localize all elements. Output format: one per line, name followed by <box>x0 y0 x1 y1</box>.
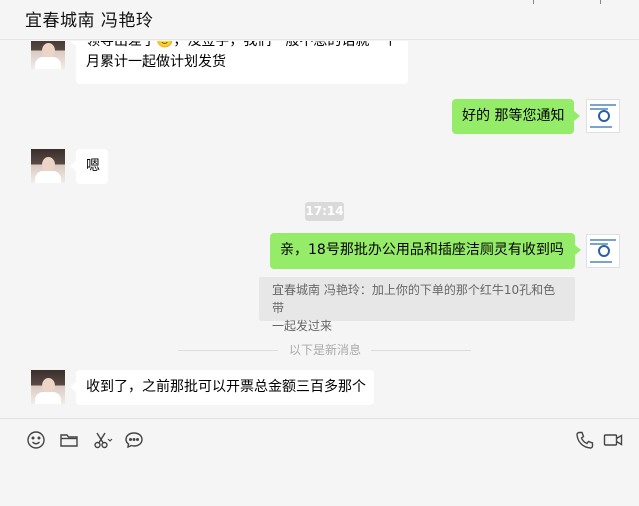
incoming-message[interactable]: 收到了，之前那批可以开票总金额三百多那个 <box>70 370 374 405</box>
video-icon[interactable] <box>602 429 624 451</box>
message-list[interactable]: 领导出差了🙂，没签字，我们一般不急的话就一个 月累计一起做计划发货 好的 那等您… <box>0 41 639 418</box>
window-control-mark <box>533 0 534 4</box>
contact-avatar[interactable] <box>31 41 65 69</box>
my-avatar[interactable] <box>586 99 620 133</box>
contact-avatar[interactable] <box>31 370 65 404</box>
chat-title: 宜春城南 冯艳玲 <box>25 11 154 31</box>
my-avatar[interactable] <box>586 234 620 268</box>
message-line: 领导出差了🙂，没签字，我们一般不急的话就一个 <box>86 41 398 49</box>
input-toolbar <box>0 418 639 506</box>
quote-line: 一起发过来 <box>272 319 333 333</box>
timestamp: 17:14 <box>305 202 344 221</box>
message-line: 月累计一起做计划发货 <box>86 54 226 70</box>
chat-bubble-icon[interactable] <box>123 429 145 451</box>
quote-line: 宜春城南 冯艳玲：加上你的下单的那个红牛10孔和色带 <box>272 283 556 315</box>
outgoing-message[interactable]: 好的 那等您通知 <box>452 99 580 134</box>
incoming-message[interactable]: 领导出差了🙂，没签字，我们一般不急的话就一个 月累计一起做计划发货 <box>70 41 408 84</box>
new-messages-divider: 以下是新消息 <box>289 343 362 357</box>
scissors-icon[interactable] <box>91 429 113 451</box>
outgoing-message[interactable]: 亲，18号那批办公用品和插座洁厕灵有收到吗 <box>270 233 581 269</box>
divider-line <box>371 350 471 351</box>
quoted-message[interactable]: 宜春城南 冯艳玲：加上你的下单的那个红牛10孔和色带 一起发过来 <box>259 277 575 333</box>
folder-icon[interactable] <box>58 429 80 451</box>
incoming-message[interactable]: 嗯 <box>70 149 108 184</box>
phone-icon[interactable] <box>574 429 596 451</box>
emoji-icon[interactable] <box>25 429 47 451</box>
window-control-mark <box>600 0 601 4</box>
title-bar: 宜春城南 冯艳玲 <box>0 0 639 40</box>
contact-avatar[interactable] <box>31 149 65 183</box>
divider-line <box>178 350 278 351</box>
